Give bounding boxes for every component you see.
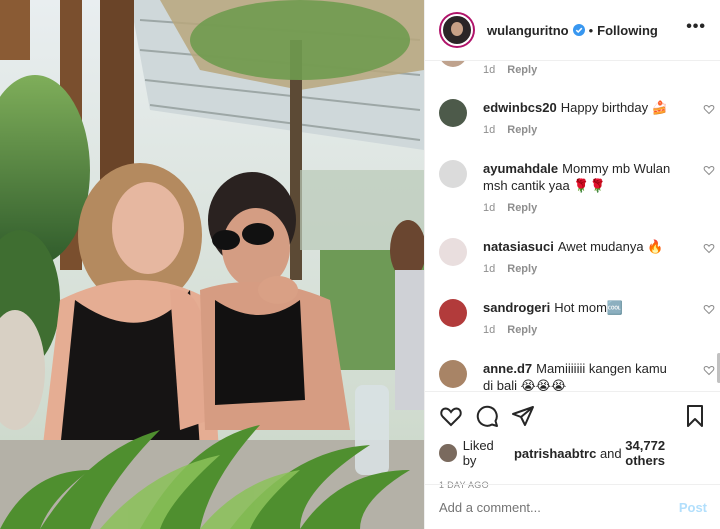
reply-button[interactable]: Reply	[507, 202, 537, 214]
add-comment-input[interactable]	[439, 499, 679, 515]
like-comment-heart-icon[interactable]	[703, 103, 715, 115]
comment-item: ayumahdale Mommy mb Wulan msh cantik yaa …	[439, 160, 715, 214]
author-avatar-image	[441, 14, 473, 46]
comment-avatar[interactable]	[439, 99, 467, 127]
comment-avatar[interactable]	[439, 360, 467, 388]
comment-time: 1d	[483, 64, 496, 76]
comment-username[interactable]: anne.d7	[483, 361, 532, 376]
comment-username[interactable]: natasiasuci	[483, 239, 554, 254]
post-photo[interactable]	[0, 0, 424, 529]
comment-item: anne.d7 Mamiiiiiii kangen kamu di bali 😭😭…	[439, 360, 715, 391]
post-actions: Liked by patrishaabtrc and 34,772 others…	[425, 391, 720, 491]
comment-time: 1d	[483, 124, 496, 136]
liker-avatar[interactable]	[439, 444, 457, 462]
comment-message: Awet mudanya 🔥	[557, 239, 664, 254]
comment-text: natasiasuci Awet mudanya 🔥	[483, 238, 709, 255]
post-comment-button[interactable]: Post	[679, 500, 707, 515]
author-username[interactable]: wulanguritno	[487, 23, 569, 38]
comment-username[interactable]: edwinbcs20	[483, 100, 557, 115]
author-avatar[interactable]	[439, 12, 475, 48]
following-button[interactable]: Following	[597, 23, 658, 38]
comment-text: sandrogeri Hot mom🆒	[483, 299, 709, 316]
post-header: wulanguritno • Following •••	[425, 0, 720, 61]
save-bookmark-icon[interactable]	[683, 404, 707, 428]
post-side-panel: wulanguritno • Following ••• 1d Reply edw…	[424, 0, 720, 529]
liker-username[interactable]: patrishaabtrc	[514, 446, 596, 461]
comment-meta: 1d Reply	[483, 64, 709, 76]
reply-button[interactable]: Reply	[507, 124, 537, 136]
comment-meta: 1d Reply	[483, 124, 709, 136]
likes-summary[interactable]: Liked by patrishaabtrc and 34,772 others	[439, 438, 707, 468]
more-options-icon[interactable]: •••	[686, 19, 706, 35]
comment-item: natasiasuci Awet mudanya 🔥 1d Reply	[439, 238, 715, 275]
comment-avatar[interactable]	[439, 299, 467, 327]
comment-username[interactable]: ayumahdale	[483, 161, 558, 176]
comment-message: Hot mom🆒	[554, 300, 624, 315]
comment-meta: 1d Reply	[483, 324, 709, 336]
add-comment-bar: Post	[425, 484, 720, 529]
comment-avatar[interactable]	[439, 61, 467, 67]
comment-time: 1d	[483, 202, 496, 214]
comment-message: Happy birthday 🍰	[560, 100, 668, 115]
reply-button[interactable]: Reply	[507, 64, 537, 76]
comment-text: anne.d7 Mamiiiiiii kangen kamu di bali 😭😭…	[483, 360, 709, 391]
like-heart-icon[interactable]	[439, 404, 463, 428]
post-photo-image	[0, 0, 424, 529]
comment-text: ayumahdale Mommy mb Wulan msh cantik yaa …	[483, 160, 709, 194]
like-comment-heart-icon[interactable]	[703, 303, 715, 315]
likes-count[interactable]: 34,772 others	[625, 438, 707, 468]
reply-button[interactable]: Reply	[507, 263, 537, 275]
comment-item: edwinbcs20 Happy birthday 🍰 1d Reply	[439, 99, 715, 136]
action-icons-row	[439, 404, 707, 428]
header-separator: •	[588, 22, 594, 38]
comment-time: 1d	[483, 324, 496, 336]
comment-username[interactable]: sandrogeri	[483, 300, 550, 315]
comment-avatar[interactable]	[439, 238, 467, 266]
comments-list[interactable]: 1d Reply edwinbcs20 Happy birthday 🍰 1d Rep…	[425, 61, 720, 391]
likes-prefix: Liked by	[462, 438, 494, 468]
comment-meta: 1d Reply	[483, 263, 709, 275]
comment-item: sandrogeri Hot mom🆒 1d Reply	[439, 299, 715, 336]
comment-meta: 1d Reply	[483, 202, 709, 214]
like-comment-heart-icon[interactable]	[703, 164, 715, 176]
comment-item: 1d Reply	[439, 61, 709, 76]
share-paper-plane-icon[interactable]	[511, 404, 535, 428]
verified-badge-icon	[572, 24, 585, 36]
likes-middle: and	[599, 445, 622, 461]
comment-text: edwinbcs20 Happy birthday 🍰	[483, 99, 709, 116]
like-comment-heart-icon[interactable]	[703, 242, 715, 254]
comment-time: 1d	[483, 263, 496, 275]
reply-button[interactable]: Reply	[507, 324, 537, 336]
comment-avatar[interactable]	[439, 160, 467, 188]
like-comment-heart-icon[interactable]	[703, 364, 715, 376]
comment-bubble-icon[interactable]	[475, 404, 499, 428]
